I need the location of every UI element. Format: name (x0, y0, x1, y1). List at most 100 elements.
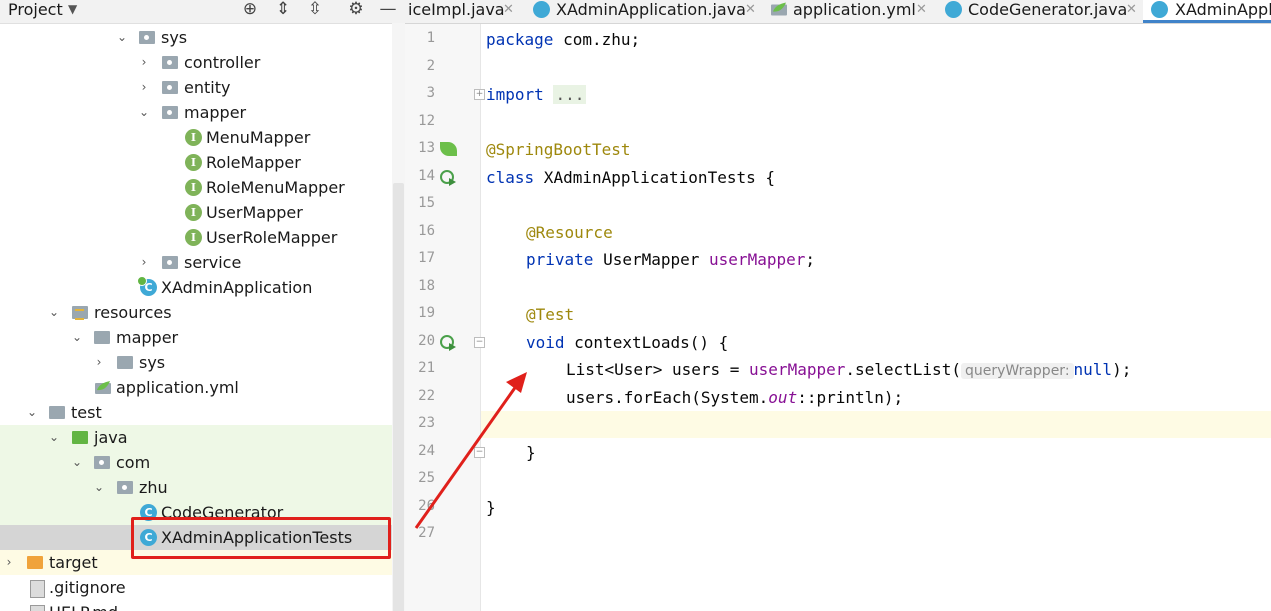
chevron-down-icon[interactable]: ⌄ (70, 450, 84, 475)
line-number: 14 (418, 168, 435, 184)
gear-icon[interactable]: ⚙ (346, 0, 366, 19)
project-view-dropdown[interactable]: Project (8, 0, 63, 19)
run-test-icon[interactable] (440, 335, 456, 351)
tab-xadminapplicationtests[interactable]: XAdminAppli (1143, 0, 1271, 23)
tree-item-service[interactable]: › service (0, 250, 392, 275)
file-icon (30, 605, 45, 611)
tree-item-label: mapper (184, 103, 247, 122)
spring-bean-icon[interactable] (440, 142, 457, 156)
chevron-down-icon[interactable]: ⌄ (137, 100, 151, 125)
line-number: 19 (418, 305, 435, 321)
chevron-down-icon[interactable]: ⌄ (47, 425, 61, 450)
close-icon[interactable]: ✕ (1126, 0, 1137, 19)
line-number: 1 (426, 30, 435, 46)
keyword: package (486, 30, 554, 49)
tree-item-usermapper[interactable]: I UserMapper (0, 200, 392, 225)
excluded-folder-icon (27, 556, 43, 569)
line-number: 12 (418, 113, 435, 129)
package-icon (162, 81, 178, 94)
chevron-right-icon[interactable]: › (92, 350, 106, 375)
tree-item-label: zhu (139, 478, 168, 497)
editor-tabs: iceImpl.java ✕ XAdminApplication.java ✕ … (405, 0, 1271, 24)
scrollbar-thumb[interactable] (393, 183, 404, 611)
tree-item-label: RoleMenuMapper (206, 178, 345, 197)
code-line-21: List<User> users = userMapper.selectList… (566, 356, 1131, 383)
line-number: 13 (418, 140, 435, 156)
caret-down-icon[interactable]: ▼ (68, 0, 77, 19)
close-icon[interactable]: ✕ (503, 0, 514, 19)
tree-item-application-yml[interactable]: application.yml (0, 375, 392, 400)
brace: } (526, 443, 536, 462)
line-number: 24 (418, 443, 435, 459)
chevron-down-icon[interactable]: ⌄ (92, 475, 106, 500)
code-area[interactable]: package com.zhu; import ... @SpringBootT… (481, 24, 1271, 611)
chevron-right-icon[interactable]: › (137, 75, 151, 100)
project-panel: Project ▼ ⊕ ⇕ ⇳ ⚙ — ⌄ sys › controller ›… (0, 0, 405, 611)
class-icon (533, 1, 550, 18)
code-line-13: @SpringBootTest (486, 136, 631, 163)
chevron-right-icon[interactable]: › (137, 50, 151, 75)
tab-serviceimpl[interactable]: iceImpl.java ✕ (405, 0, 523, 23)
expand-all-icon[interactable]: ⇕ (273, 0, 293, 19)
keyword: import (486, 85, 544, 104)
tree-item-rolemapper[interactable]: I RoleMapper (0, 150, 392, 175)
keyword: private (526, 250, 594, 269)
minimize-icon[interactable]: — (378, 0, 398, 19)
code-line-20: void contextLoads() { (526, 329, 728, 356)
chevron-down-icon[interactable]: ⌄ (70, 325, 84, 350)
keyword: void (526, 333, 565, 352)
tree-item-userrolemapper[interactable]: I UserRoleMapper (0, 225, 392, 250)
collapse-all-icon[interactable]: ⇳ (305, 0, 325, 19)
tree-item-com[interactable]: ⌄ com (0, 450, 392, 475)
chevron-right-icon[interactable]: › (137, 250, 151, 275)
chevron-down-icon[interactable]: ⌄ (25, 400, 39, 425)
tree-item-sys-folder[interactable]: › sys (0, 350, 392, 375)
tab-xadminapplication[interactable]: XAdminApplication.java ✕ (533, 0, 763, 23)
interface-icon: I (185, 129, 202, 146)
tree-item-xadminapplication[interactable]: C XAdminApplication (0, 275, 392, 300)
run-test-icon[interactable] (440, 170, 456, 186)
project-scrollbar[interactable] (392, 23, 405, 611)
tree-item-test[interactable]: ⌄ test (0, 400, 392, 425)
tree-item-java[interactable]: ⌄ java (0, 425, 392, 450)
tab-label: iceImpl.java (408, 0, 505, 19)
class-icon (945, 1, 962, 18)
tree-item-zhu[interactable]: ⌄ zhu (0, 475, 392, 500)
locate-target-icon[interactable]: ⊕ (240, 0, 260, 19)
tree-item-sys[interactable]: ⌄ sys (0, 25, 392, 50)
keyword: null (1073, 360, 1113, 379)
line-number: 18 (418, 278, 435, 294)
package-name: com.zhu; (553, 30, 641, 49)
tree-item-gitignore[interactable]: .gitignore (0, 575, 392, 600)
tree-item-help-md[interactable]: HELP.md (0, 600, 392, 611)
line-number: 20 (418, 333, 435, 349)
tree-item-rolemenumapper[interactable]: I RoleMenuMapper (0, 175, 392, 200)
tree-item-mapper-folder[interactable]: ⌄ mapper (0, 325, 392, 350)
chevron-down-icon[interactable]: ⌄ (115, 25, 129, 50)
tree-item-menumapper[interactable]: I MenuMapper (0, 125, 392, 150)
tree-item-label: UserMapper (206, 203, 303, 222)
close-icon[interactable]: ✕ (745, 0, 756, 19)
spring-yml-icon (95, 381, 111, 394)
chevron-right-icon[interactable]: › (2, 550, 16, 575)
tab-application-yml[interactable]: application.yml ✕ (770, 0, 930, 23)
line-number: 17 (418, 250, 435, 266)
code-line-26: } (486, 494, 496, 521)
close-icon[interactable]: ✕ (916, 0, 927, 19)
interface-icon: I (185, 179, 202, 196)
tree-item-entity[interactable]: › entity (0, 75, 392, 100)
tree-item-resources[interactable]: ⌄ resources (0, 300, 392, 325)
annotation: @Test (526, 305, 575, 324)
code-text: ::println); (797, 388, 904, 407)
tree-item-controller[interactable]: › controller (0, 50, 392, 75)
chevron-down-icon[interactable]: ⌄ (47, 300, 61, 325)
tab-codegenerator[interactable]: CodeGenerator.java ✕ (945, 0, 1145, 23)
selection-annotation-box (131, 517, 391, 559)
tree-item-label: mapper (116, 328, 179, 347)
package-icon (94, 456, 110, 469)
class-name: XAdminApplicationTests { (534, 168, 775, 187)
folded-imports[interactable]: ... (553, 85, 587, 104)
tree-item-label: sys (139, 353, 166, 372)
tree-item-mapper[interactable]: ⌄ mapper (0, 100, 392, 125)
resources-folder-icon (72, 306, 88, 320)
